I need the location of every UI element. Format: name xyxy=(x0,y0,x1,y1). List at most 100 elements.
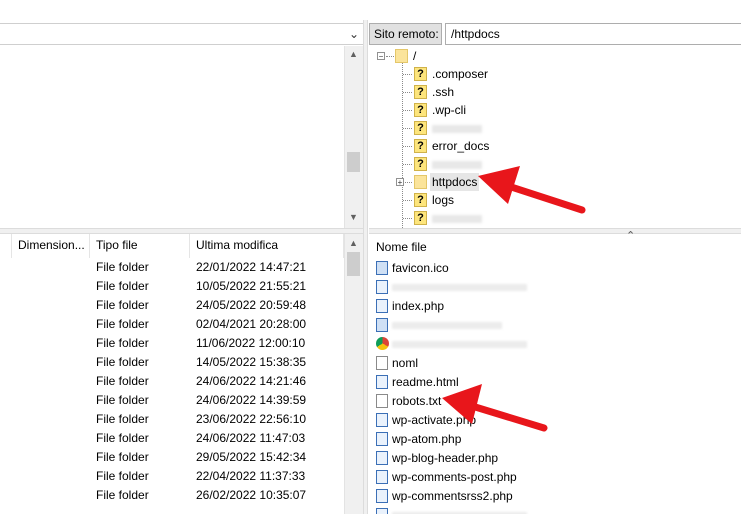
file-name: robots.txt xyxy=(392,394,442,408)
annotation-arrow-httpdocs xyxy=(478,166,586,214)
remote-path-input[interactable]: /httpdocs xyxy=(445,23,741,45)
table-row[interactable]: File folder 24/06/2022 14:21:46 xyxy=(0,372,344,391)
local-tree-pane[interactable] xyxy=(0,46,344,228)
unknown-folder-icon: ? xyxy=(414,139,427,153)
local-list-scrollbar[interactable]: ▲ xyxy=(344,234,364,514)
table-row[interactable]: File folder 24/06/2022 11:47:03 xyxy=(0,429,344,448)
file-type: File folder xyxy=(96,298,149,312)
tree-item[interactable]: ? .composer xyxy=(369,65,741,83)
modified-date: 10/05/2022 21:55:21 xyxy=(196,279,307,293)
modified-date: 02/04/2021 20:28:00 xyxy=(196,317,307,331)
scroll-down-arrow-icon[interactable]: ▼ xyxy=(345,212,362,222)
folder-icon xyxy=(395,49,408,63)
local-tree-scrollbar[interactable]: ▲ ▼ xyxy=(344,46,364,228)
column-header-filename[interactable]: Nome file xyxy=(369,234,741,258)
unknown-folder-icon: ? xyxy=(414,67,427,81)
column-header-modified[interactable]: Ultima modifica xyxy=(190,234,344,258)
scroll-thumb[interactable] xyxy=(347,152,360,172)
unknown-folder-icon: ? xyxy=(414,211,427,225)
php-file-icon xyxy=(376,508,388,514)
file-type: File folder xyxy=(96,374,149,388)
list-item[interactable]: index.php xyxy=(369,297,741,316)
tree-item-label: .wp-cli xyxy=(432,103,467,117)
file-name xyxy=(392,284,527,291)
expand-icon[interactable]: + xyxy=(396,178,404,187)
table-row[interactable]: File folder 11/06/2022 12:00:10 xyxy=(0,334,344,353)
local-path-combo[interactable]: ⌄ xyxy=(0,23,364,45)
table-row[interactable]: File folder 26/02/2022 10:35:07 xyxy=(0,486,344,505)
tree-item[interactable]: ? .ssh xyxy=(369,83,741,101)
file-name: wp-commentsrss2.php xyxy=(392,489,513,503)
table-row[interactable]: File folder 23/06/2022 22:56:10 xyxy=(0,410,344,429)
unknown-folder-icon: ? xyxy=(414,85,427,99)
tree-item-label: logs xyxy=(432,193,455,207)
local-file-list[interactable]: File folder 22/01/2022 14:47:21 File folde… xyxy=(0,258,344,514)
tree-item[interactable]: / xyxy=(369,47,741,65)
tree-item-label: .ssh xyxy=(432,85,455,99)
table-row[interactable]: File folder 10/05/2022 21:55:21 xyxy=(0,277,344,296)
column-header-type[interactable]: Tipo file xyxy=(90,234,190,258)
php-file-icon xyxy=(376,299,388,313)
file-type: File folder xyxy=(96,393,149,407)
list-item[interactable] xyxy=(369,506,741,514)
chevron-down-icon[interactable]: ⌄ xyxy=(349,27,359,41)
list-item[interactable]: wp-comments-post.php xyxy=(369,468,741,487)
modified-date: 24/06/2022 14:39:59 xyxy=(196,393,307,407)
file-type: File folder xyxy=(96,279,149,293)
file-type: File folder xyxy=(96,260,149,274)
text-file-icon xyxy=(376,356,388,370)
list-item[interactable]: noml xyxy=(369,354,741,373)
tree-guide-line xyxy=(403,128,412,129)
modified-date: 11/06/2022 12:00:10 xyxy=(196,336,306,350)
modified-date: 26/02/2022 10:35:07 xyxy=(196,488,307,502)
scroll-thumb[interactable] xyxy=(347,252,360,276)
file-type: File folder xyxy=(96,317,149,331)
list-item[interactable]: robots.txt xyxy=(369,392,741,411)
table-row[interactable]: File folder 22/01/2022 14:47:21 xyxy=(0,258,344,277)
php-file-icon xyxy=(376,432,388,446)
scroll-up-arrow-icon[interactable]: ▲ xyxy=(345,49,362,59)
table-row[interactable]: File folder 24/05/2022 20:59:48 xyxy=(0,296,344,315)
tree-guide-line xyxy=(386,56,394,57)
tree-item[interactable]: ? .wp-cli xyxy=(369,101,741,119)
file-name xyxy=(392,341,527,348)
list-item[interactable]: readme.html xyxy=(369,373,741,392)
list-item[interactable] xyxy=(369,335,741,354)
list-item[interactable]: wp-commentsrss2.php xyxy=(369,487,741,506)
remote-file-list[interactable]: favicon.ico index.php noml readme.html robot… xyxy=(369,259,741,514)
tree-guide-line xyxy=(403,74,412,75)
tree-item[interactable]: ? error_docs xyxy=(369,137,741,155)
table-row[interactable]: File folder 14/05/2022 15:38:35 xyxy=(0,353,344,372)
list-item[interactable]: wp-blog-header.php xyxy=(369,449,741,468)
table-row[interactable]: File folder 24/06/2022 14:39:59 xyxy=(0,391,344,410)
tree-item-label xyxy=(432,125,482,133)
tree-guide-line xyxy=(403,164,412,165)
tree-guide-line xyxy=(403,110,412,111)
table-row[interactable]: File folder 22/04/2022 11:37:33 xyxy=(0,467,344,486)
list-item[interactable] xyxy=(369,316,741,335)
column-header-size[interactable]: Dimension... xyxy=(12,234,90,258)
tree-item[interactable]: ? xyxy=(369,119,741,137)
list-item[interactable] xyxy=(369,278,741,297)
pane-splitter[interactable] xyxy=(363,20,368,514)
remote-site-label: Sito remoto: xyxy=(369,23,442,45)
column-header-blank[interactable] xyxy=(0,234,12,258)
php-file-icon xyxy=(376,413,388,427)
modified-date: 24/06/2022 11:47:03 xyxy=(196,431,306,445)
table-row[interactable]: File folder 29/05/2022 15:42:34 xyxy=(0,448,344,467)
file-name: favicon.ico xyxy=(392,261,449,275)
file-name: wp-blog-header.php xyxy=(392,451,499,465)
modified-date: 23/06/2022 22:56:10 xyxy=(196,412,307,426)
file-type: File folder xyxy=(96,488,149,502)
file-name: noml xyxy=(392,356,419,370)
scroll-up-arrow-icon[interactable]: ▲ xyxy=(345,238,362,248)
modified-date: 24/05/2022 20:59:48 xyxy=(196,298,307,312)
list-item[interactable]: favicon.ico xyxy=(369,259,741,278)
unknown-folder-icon: ? xyxy=(414,103,427,117)
file-name: wp-comments-post.php xyxy=(392,470,517,484)
list-item[interactable]: wp-atom.php xyxy=(369,430,741,449)
list-item[interactable]: wp-activate.php xyxy=(369,411,741,430)
modified-date: 29/05/2022 15:42:34 xyxy=(196,450,307,464)
table-row[interactable]: File folder 02/04/2021 20:28:00 xyxy=(0,315,344,334)
php-file-icon xyxy=(376,280,388,294)
